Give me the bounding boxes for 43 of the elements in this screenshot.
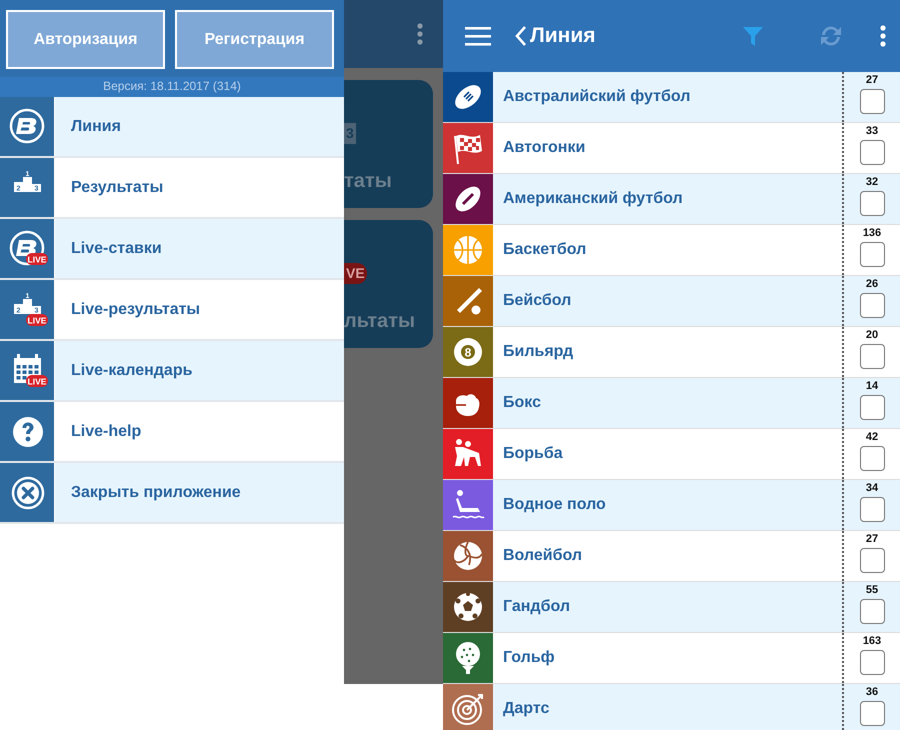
event-count: 32 <box>866 177 878 188</box>
checkbox[interactable] <box>860 446 884 471</box>
checkbox[interactable] <box>860 599 884 624</box>
checkbox[interactable] <box>860 344 884 369</box>
menu-item[interactable]: Закрыть приложение <box>55 463 344 522</box>
checkbox[interactable] <box>860 242 884 267</box>
version-text: Версия: 18.11.2017 (314) <box>0 77 344 97</box>
menu-icon <box>465 26 491 46</box>
event-count: 136 <box>862 228 882 239</box>
more-icon <box>880 25 886 47</box>
tile-fragment-text: 3 <box>344 123 356 144</box>
event-count: 27 <box>866 534 878 545</box>
checkbox[interactable] <box>860 701 884 726</box>
event-count: 36 <box>866 687 878 698</box>
event-count: 33 <box>866 126 878 137</box>
checkbox[interactable] <box>860 191 884 216</box>
menu-item[interactable]: Live-ставки <box>55 219 344 278</box>
event-count: 20 <box>866 330 878 341</box>
menu-item[interactable]: Линия <box>55 97 344 156</box>
refresh-icon <box>818 24 844 48</box>
checkbox[interactable] <box>860 497 884 522</box>
filter-icon <box>742 25 764 47</box>
event-count: 163 <box>862 636 882 647</box>
checkbox[interactable] <box>860 395 884 420</box>
checkbox[interactable] <box>860 140 884 165</box>
sport-name[interactable]: Дартс <box>493 684 844 730</box>
event-count: 27 <box>866 75 878 86</box>
event-count: 26 <box>866 279 878 290</box>
more-icon <box>417 23 423 45</box>
checkbox[interactable] <box>860 650 884 675</box>
tile-fragment-text: VE <box>344 263 367 284</box>
menu-item[interactable]: Live-календарь <box>55 341 344 400</box>
event-count: 14 <box>866 381 878 392</box>
checkbox[interactable] <box>860 293 884 318</box>
event-count: 42 <box>866 432 878 443</box>
event-count: 55 <box>866 585 878 596</box>
tile-label: таты <box>344 169 393 194</box>
event-count: 34 <box>866 483 878 494</box>
checkbox[interactable] <box>860 548 884 573</box>
tile-label: льтаты <box>344 309 416 334</box>
checkbox[interactable] <box>860 89 884 114</box>
back-icon <box>515 25 527 47</box>
screen-title: Линия <box>530 23 596 50</box>
